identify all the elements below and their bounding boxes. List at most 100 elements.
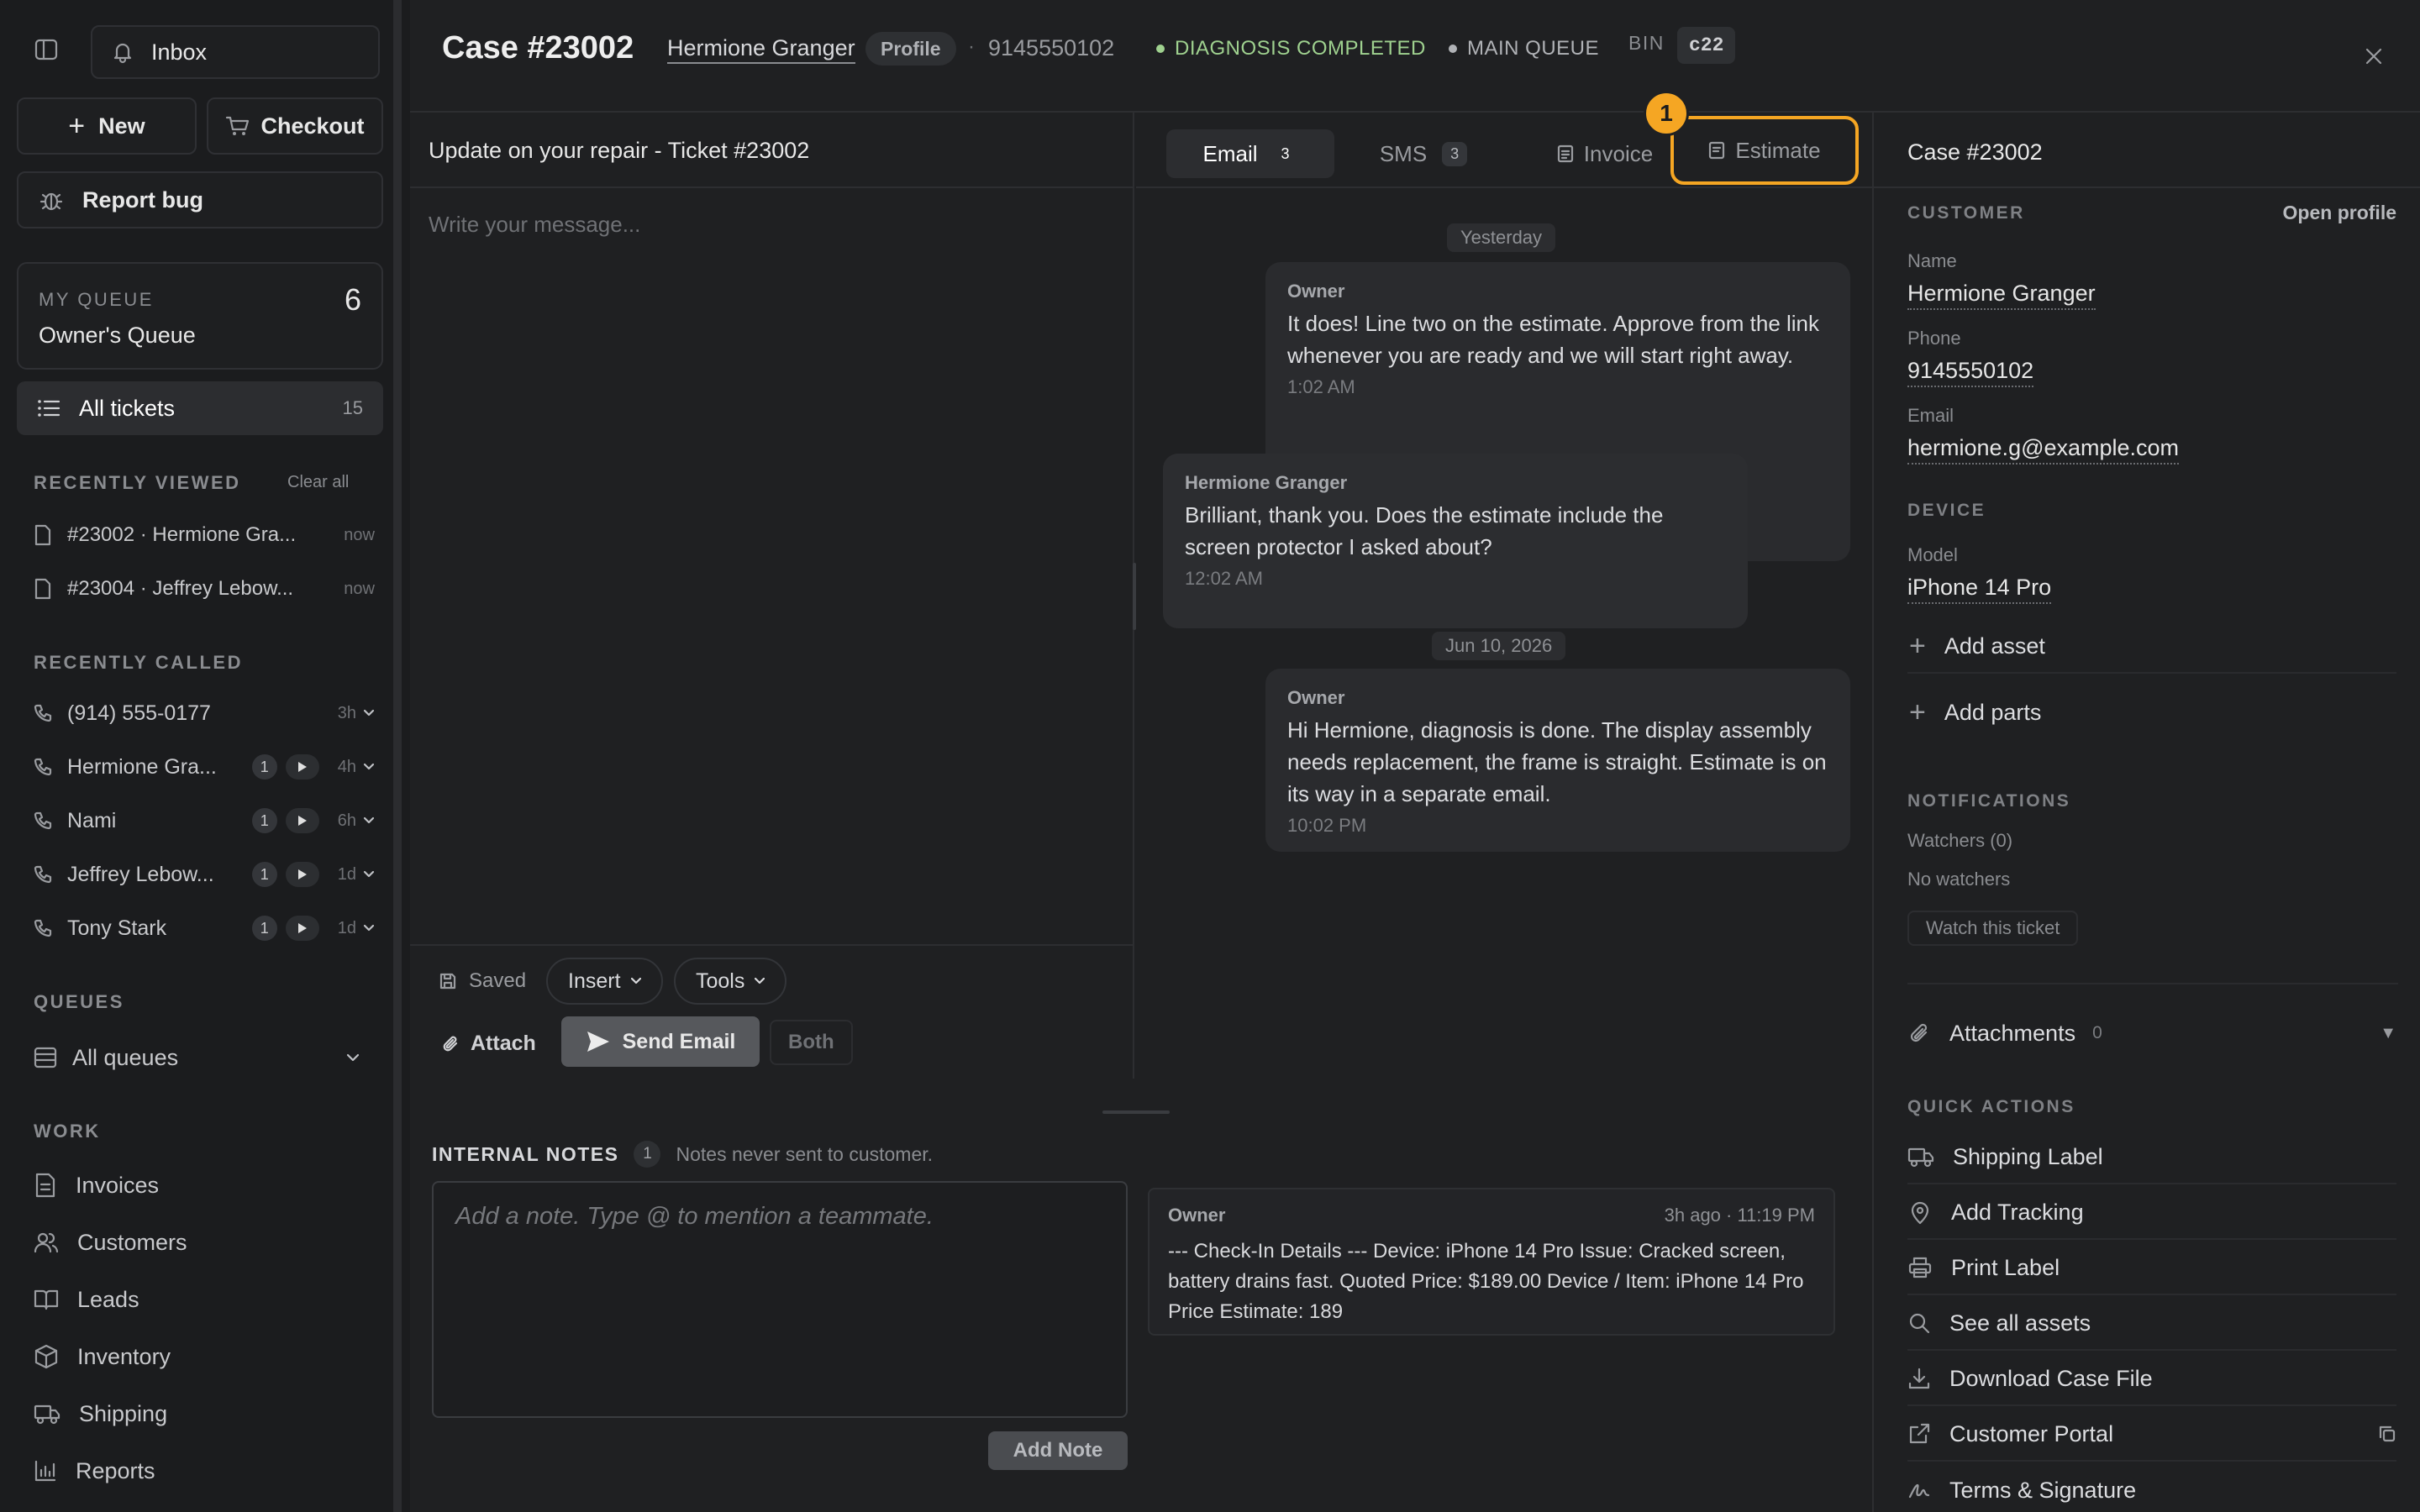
users-icon [34, 1232, 59, 1253]
recent-view-label: #23002 · Hermione Gra... [67, 523, 297, 546]
copy-icon[interactable] [2378, 1425, 2396, 1443]
chevron-down-icon[interactable] [363, 924, 375, 932]
clear-all-link[interactable]: Clear all [287, 473, 349, 492]
recent-call-name: Tony Stark [67, 916, 167, 940]
all-tickets-label: All tickets [79, 395, 176, 421]
send-icon [587, 1032, 609, 1052]
message-body-input[interactable]: Write your message... [429, 212, 640, 238]
quick-action-label: See all assets [1949, 1310, 2091, 1336]
quick-action-add-tracking[interactable]: Add Tracking [1907, 1186, 2396, 1240]
message-time: 1:02 AM [1287, 376, 1355, 397]
open-profile-link[interactable]: Open profile [2283, 202, 2396, 224]
quick-action-download-case-file[interactable]: Download Case File [1907, 1352, 2396, 1406]
tools-dropdown[interactable]: Tools [674, 958, 787, 1005]
case-details-panel: Case #23002 CUSTOMER Open profile Name H… [1872, 113, 2420, 1512]
play-icon[interactable] [285, 808, 319, 833]
work-item-shipping[interactable]: Shipping [34, 1393, 167, 1435]
message-author: Owner [1287, 687, 1345, 708]
device-model-value[interactable]: iPhone 14 Pro [1907, 575, 2052, 604]
recent-call-item[interactable]: Hermione Gra... 1 4h [34, 746, 375, 788]
both-button[interactable]: Both [770, 1020, 853, 1065]
play-icon[interactable] [285, 862, 319, 887]
quick-actions-overflow: Terms & Signature [1874, 1473, 2420, 1512]
work-item-leads[interactable]: Leads [34, 1278, 139, 1320]
profile-badge[interactable]: Profile [865, 32, 956, 66]
send-email-button[interactable]: Send Email [561, 1016, 760, 1067]
watch-ticket-button[interactable]: Watch this ticket [1907, 911, 2079, 946]
work-item-reports[interactable]: Reports [34, 1450, 155, 1492]
recent-view-time: now [344, 525, 375, 544]
compose-subject[interactable]: Update on your repair - Ticket #23002 [429, 138, 809, 164]
add-note-button[interactable]: Add Note [988, 1431, 1128, 1470]
attach-button[interactable]: Attach [442, 1032, 536, 1056]
attachments-row[interactable]: Attachments 0 ▼ [1907, 1006, 2396, 1060]
divider [1907, 983, 2398, 984]
truck-icon [1907, 1147, 1934, 1168]
my-queue-card[interactable]: MY QUEUE Owner's Queue 6 [17, 262, 383, 370]
all-queues-item[interactable]: All queues [34, 1037, 375, 1079]
tab-sms[interactable]: SMS 3 [1356, 129, 1491, 178]
customer-name-value[interactable]: Hermione Granger [1907, 281, 2096, 310]
save-icon [439, 973, 456, 990]
name-label: Name [1907, 250, 1957, 271]
customer-name-link[interactable]: Hermione Granger [667, 35, 855, 64]
add-parts-button[interactable]: + Add parts [1907, 685, 2396, 739]
device-section-title: DEVICE [1907, 501, 1986, 520]
sidebar-toggle-icon[interactable] [34, 37, 59, 62]
add-asset-button[interactable]: + Add asset [1907, 620, 2396, 674]
insert-dropdown[interactable]: Insert [546, 958, 663, 1005]
inbox-button[interactable]: Inbox [91, 25, 380, 79]
close-icon[interactable] [2365, 47, 2383, 66]
header-phone[interactable]: 9145550102 [988, 35, 1114, 61]
play-icon[interactable] [285, 916, 319, 941]
quick-action-terms-signature[interactable]: Terms & Signature [1907, 1473, 2398, 1512]
chevron-down-icon[interactable] [363, 709, 375, 717]
signature-icon [1908, 1483, 1930, 1499]
plus-icon: + [68, 109, 86, 142]
quick-action-shipping-label[interactable]: Shipping Label [1907, 1131, 2396, 1184]
chevron-down-icon[interactable] [363, 763, 375, 771]
recent-view-item[interactable]: #23004 · Jeffrey Lebow... now [34, 568, 375, 610]
quick-action-customer-portal[interactable]: Customer Portal [1907, 1408, 2396, 1462]
invoice-icon [35, 1173, 55, 1198]
add-note-label: Add Note [1013, 1439, 1103, 1462]
work-item-customers[interactable]: Customers [34, 1221, 187, 1263]
work-item-label: Inventory [77, 1343, 171, 1369]
tab-email[interactable]: Email 3 [1166, 129, 1334, 178]
report-bug-button[interactable]: Report bug [17, 171, 383, 228]
notes-resize-handle[interactable] [1102, 1110, 1170, 1114]
recent-call-time: 3h [337, 703, 356, 722]
caret-down-icon[interactable]: ▼ [2380, 1024, 2396, 1043]
recent-call-item[interactable]: (914) 555-0177 3h [34, 692, 375, 734]
recently-viewed-title: RECENTLY VIEWED [34, 472, 241, 493]
work-item-invoices[interactable]: Invoices [34, 1164, 159, 1206]
date-separator: Yesterday [1447, 223, 1556, 252]
tab-invoice[interactable]: Invoice [1529, 129, 1681, 178]
tab-estimate[interactable]: Estimate [1670, 116, 1859, 185]
work-item-inventory[interactable]: Inventory [34, 1336, 171, 1378]
no-watchers-text: No watchers [1907, 869, 2011, 890]
chevron-down-icon[interactable] [363, 816, 375, 825]
conversation-panel: Email 3 SMS 3 Invoice Estimate 1 Yesterd… [1136, 91, 1872, 1079]
checkout-button[interactable]: Checkout [207, 97, 383, 155]
chevron-down-icon[interactable] [363, 870, 375, 879]
all-tickets-item[interactable]: All tickets 15 [17, 381, 383, 435]
recent-call-time: 1d [337, 864, 356, 884]
recent-view-item[interactable]: #23002 · Hermione Gra... now [34, 514, 375, 556]
customer-phone-value[interactable]: 9145550102 [1907, 358, 2034, 387]
status-badge: DIAGNOSIS COMPLETED [1156, 37, 1426, 60]
quick-action-print-label[interactable]: Print Label [1907, 1242, 2396, 1295]
search-icon [1909, 1313, 1930, 1334]
recent-call-item[interactable]: Nami 1 6h [34, 800, 375, 842]
recent-call-item[interactable]: Tony Stark 1 1d [34, 907, 375, 949]
chevron-down-icon[interactable] [346, 1053, 360, 1062]
recent-call-item[interactable]: Jeffrey Lebow... 1 1d [34, 853, 375, 895]
note-input[interactable]: Add a note. Type @ to mention a teammate… [432, 1181, 1128, 1418]
customer-email-value[interactable]: hermione.g@example.com [1907, 435, 2180, 465]
message-time: 10:02 PM [1287, 815, 1367, 836]
quick-action-see-all-assets[interactable]: See all assets [1907, 1297, 2396, 1351]
new-button[interactable]: + New [17, 97, 197, 155]
play-icon[interactable] [285, 754, 319, 780]
email-label: Email [1907, 405, 1954, 426]
stack-icon [34, 1047, 57, 1068]
